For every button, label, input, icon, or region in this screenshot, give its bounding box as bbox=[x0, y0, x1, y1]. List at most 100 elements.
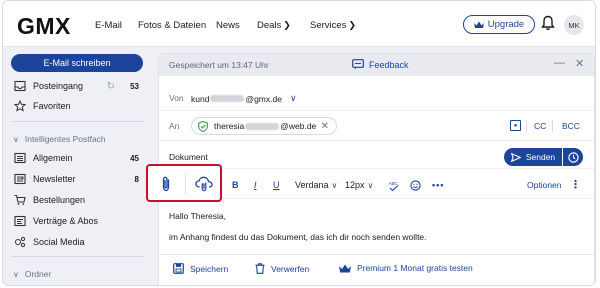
attachment-tools-highlight bbox=[146, 164, 222, 202]
from-label: Von bbox=[169, 93, 184, 103]
folders-section[interactable]: ∨ Ordner bbox=[13, 269, 51, 279]
clock-icon bbox=[567, 151, 579, 163]
nav-deals-label: Deals bbox=[257, 20, 282, 31]
font-size-select[interactable]: 12px ∨ bbox=[345, 180, 373, 190]
sidebar-item-label: Posteingang bbox=[33, 81, 84, 91]
close-icon[interactable]: ✕ bbox=[575, 57, 584, 70]
crown-icon bbox=[339, 264, 351, 272]
underline-button[interactable]: U bbox=[273, 180, 280, 190]
trash-icon bbox=[255, 263, 265, 274]
divider bbox=[159, 168, 594, 169]
emoji-button[interactable] bbox=[410, 180, 421, 191]
chevron-down-icon: ❯ bbox=[348, 20, 356, 30]
smart-inbox-section[interactable]: ∨ Intelligentes Postfach bbox=[13, 134, 106, 144]
save-label: Speichern bbox=[190, 263, 229, 274]
cc-button[interactable]: CC bbox=[534, 121, 546, 131]
refresh-icon[interactable]: ↻ bbox=[107, 81, 115, 92]
unread-count: 45 bbox=[130, 153, 139, 163]
feedback-button[interactable]: Feedback bbox=[352, 59, 409, 70]
saved-status: Gespeichert um 13:47 Uhr bbox=[169, 60, 269, 70]
floppy-icon bbox=[173, 263, 184, 274]
section-label: Ordner bbox=[24, 269, 52, 279]
address-book-icon[interactable]: ● bbox=[510, 120, 521, 131]
nav-deals[interactable]: Deals ❯ bbox=[257, 20, 291, 31]
premium-label: Premium 1 Monat gratis testen bbox=[357, 263, 473, 273]
nav-news[interactable]: News bbox=[216, 20, 240, 31]
premium-trial-button[interactable]: Premium 1 Monat gratis testen bbox=[339, 263, 473, 273]
sidebar: E-Mail schreiben Posteingang ↻ 53 Favori… bbox=[3, 48, 151, 285]
font-family-value: Verdana bbox=[295, 180, 329, 190]
sidebar-item-label: Newsletter bbox=[33, 174, 76, 184]
sidebar-item-social-media[interactable]: Social Media bbox=[13, 234, 143, 250]
send-icon bbox=[510, 152, 521, 162]
crown-icon bbox=[473, 21, 484, 28]
from-prefix: kund bbox=[191, 93, 210, 104]
sidebar-item-label: Verträge & Abos bbox=[33, 216, 99, 226]
body-line[interactable]: im Anhang findest du das Dokument, das i… bbox=[169, 232, 427, 242]
sidebar-item-favorites[interactable]: Favoriten bbox=[13, 98, 143, 114]
divider bbox=[159, 110, 594, 111]
app-window: GMX E-Mail Fotos & Dateien News Deals ❯ S… bbox=[2, 0, 596, 286]
cloud-attach-icon[interactable] bbox=[195, 176, 213, 192]
italic-button[interactable]: I bbox=[254, 180, 257, 190]
discard-button[interactable]: Verwerfen bbox=[255, 263, 309, 274]
star-icon bbox=[13, 99, 27, 113]
nav-email[interactable]: E-Mail bbox=[95, 20, 122, 31]
divider bbox=[159, 198, 594, 199]
sidebar-item-label: Favoriten bbox=[33, 101, 71, 111]
bold-button[interactable]: B bbox=[232, 180, 239, 190]
to-label: An bbox=[169, 121, 180, 131]
remove-recipient-icon[interactable]: ✕ bbox=[321, 121, 329, 132]
verified-shield-icon bbox=[198, 120, 208, 132]
divider bbox=[11, 121, 145, 122]
more-options-icon[interactable]: ••• bbox=[432, 180, 444, 190]
schedule-send-button[interactable] bbox=[563, 148, 583, 166]
sidebar-item-general[interactable]: Allgemein 45 bbox=[13, 150, 143, 166]
feedback-label: Feedback bbox=[369, 59, 409, 70]
section-label: Intelligentes Postfach bbox=[24, 134, 106, 144]
bell-icon[interactable] bbox=[541, 15, 555, 31]
kebab-menu-icon[interactable]: ⋮ bbox=[570, 178, 581, 191]
recipient-chip[interactable]: theresia @web.de ✕ bbox=[191, 117, 337, 135]
options-button[interactable]: Optionen bbox=[527, 180, 562, 190]
from-select[interactable]: kund @gmx.de ∨ bbox=[191, 93, 297, 104]
newsletter-icon bbox=[13, 172, 27, 186]
chevron-down-icon: ∨ bbox=[289, 93, 297, 103]
redacted-text bbox=[245, 122, 280, 130]
sidebar-item-newsletter[interactable]: Newsletter 8 bbox=[13, 171, 143, 187]
divider bbox=[159, 140, 594, 141]
avatar[interactable]: MK bbox=[564, 15, 584, 35]
list-icon bbox=[13, 151, 27, 165]
sidebar-item-contracts[interactable]: Verträge & Abos bbox=[13, 213, 143, 229]
cart-icon bbox=[13, 193, 27, 207]
gmx-logo[interactable]: GMX bbox=[17, 13, 71, 40]
paperclip-icon[interactable] bbox=[160, 176, 172, 192]
nav-fotos-dateien[interactable]: Fotos & Dateien bbox=[138, 20, 206, 31]
compose-email-button[interactable]: E-Mail schreiben bbox=[11, 54, 143, 72]
subject-field[interactable]: Dokument bbox=[169, 152, 208, 162]
body-line[interactable]: Hallo Theresia, bbox=[169, 211, 226, 221]
bcc-button[interactable]: BCC bbox=[562, 121, 580, 131]
nav-services-label: Services bbox=[310, 20, 347, 31]
chevron-down-icon: ∨ bbox=[13, 134, 19, 144]
sidebar-item-label: Allgemein bbox=[33, 153, 73, 163]
send-label: Senden bbox=[525, 152, 556, 162]
spellcheck-button[interactable]: ABC bbox=[388, 180, 400, 192]
upgrade-label: Upgrade bbox=[487, 19, 525, 30]
sidebar-item-orders[interactable]: Bestellungen bbox=[13, 192, 143, 208]
minimize-icon[interactable]: — bbox=[554, 57, 565, 69]
font-family-select[interactable]: Verdana ∨ bbox=[295, 180, 337, 190]
compose-header: Gespeichert um 13:47 Uhr Feedback — ✕ bbox=[159, 54, 594, 76]
upgrade-button[interactable]: Upgrade bbox=[463, 15, 535, 34]
chevron-down-icon: ∨ bbox=[13, 269, 19, 279]
sidebar-item-inbox[interactable]: Posteingang ↻ 53 bbox=[13, 78, 143, 94]
document-icon bbox=[13, 214, 27, 228]
redacted-text bbox=[210, 95, 245, 102]
discard-label: Verwerfen bbox=[271, 263, 310, 274]
divider bbox=[11, 256, 145, 257]
recipient-domain: @web.de bbox=[280, 121, 317, 131]
send-button[interactable]: Senden bbox=[504, 148, 562, 166]
nav-services[interactable]: Services ❯ bbox=[310, 20, 356, 31]
save-button[interactable]: Speichern bbox=[173, 263, 228, 274]
unread-count: 53 bbox=[130, 81, 139, 91]
